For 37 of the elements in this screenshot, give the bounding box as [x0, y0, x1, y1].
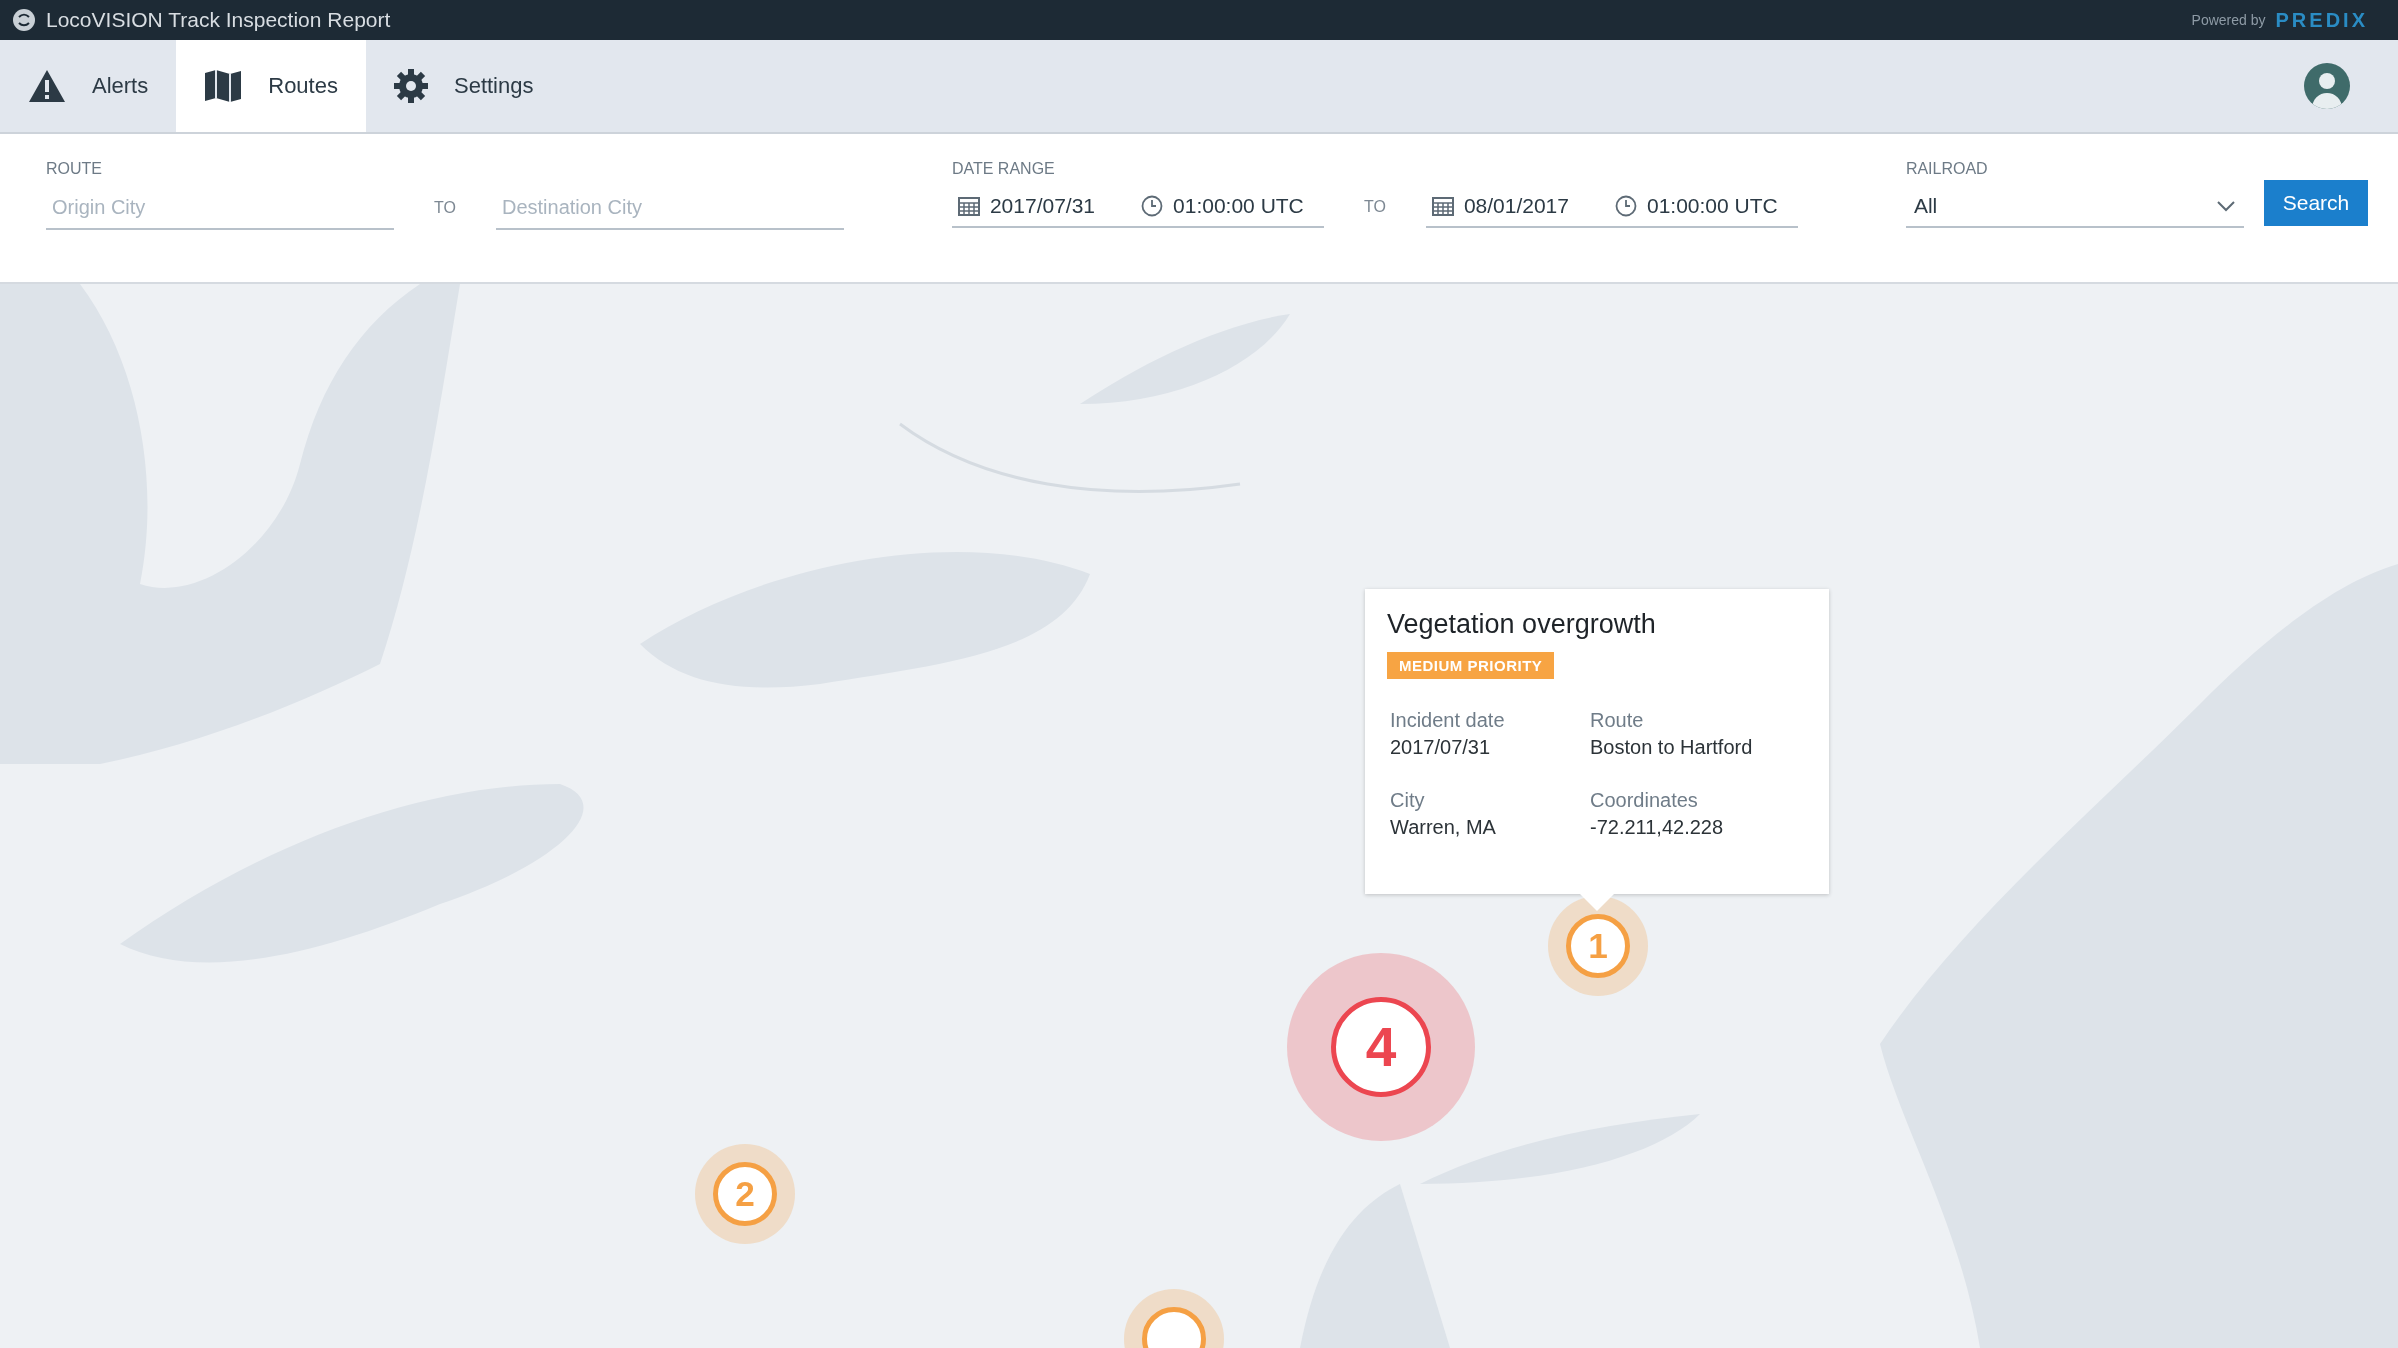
date-range-label: DATE RANGE	[951, 160, 1056, 178]
warning-icon	[28, 69, 66, 103]
to-label: TO	[1363, 198, 1386, 216]
priority-badge: MEDIUM PRIORITY	[1387, 652, 1555, 679]
railroad-label: RAILROAD	[1905, 160, 1989, 178]
powered-by-text: Powered by	[2191, 12, 2266, 28]
search-button[interactable]: Search	[2264, 180, 2368, 226]
calendar-icon	[1431, 196, 1454, 216]
start-date-field[interactable]: 2017/07/31 01:00:00 UTC	[951, 186, 1324, 228]
route-label: ROUTE	[46, 160, 103, 178]
nav-tab[interactable]: Settings	[365, 40, 562, 132]
chevron-down-icon	[2215, 200, 2236, 212]
nav-tab[interactable]: Routes	[176, 40, 366, 132]
field-label: Route	[1590, 709, 1645, 732]
calendar-icon	[957, 196, 980, 216]
settings-icon	[393, 69, 428, 103]
nav-tab[interactable]: Alerts	[0, 40, 177, 132]
clock-icon	[1141, 195, 1164, 217]
destination-field[interactable]: Destination City	[495, 186, 844, 230]
field-label: City	[1390, 789, 1426, 812]
field-value: 2017/07/31	[1390, 736, 1492, 759]
app-title: LocoVISION Track Inspection Report	[46, 8, 391, 32]
origin-field[interactable]: Origin City	[46, 186, 394, 230]
field-value: Warren, MA	[1390, 816, 1497, 839]
to-label: TO	[434, 199, 456, 217]
logo-icon	[12, 8, 36, 32]
avatar[interactable]	[2304, 63, 2350, 109]
popup-title: Vegetation overgrowth	[1387, 609, 1657, 640]
brand-name: PREDIX	[2275, 8, 2368, 32]
map-icon	[204, 69, 243, 103]
field-label: Coordinates	[1590, 789, 1699, 812]
railroad-select[interactable]: All	[1905, 186, 2244, 228]
field-label: Incident date	[1390, 709, 1506, 732]
field-value: Boston to Hartford	[1590, 736, 1754, 759]
clock-icon	[1615, 195, 1637, 217]
end-date-field[interactable]: 08/01/2017 01:00:00 UTC	[1425, 186, 1798, 228]
field-value: -72.211,42.228	[1590, 816, 1725, 839]
